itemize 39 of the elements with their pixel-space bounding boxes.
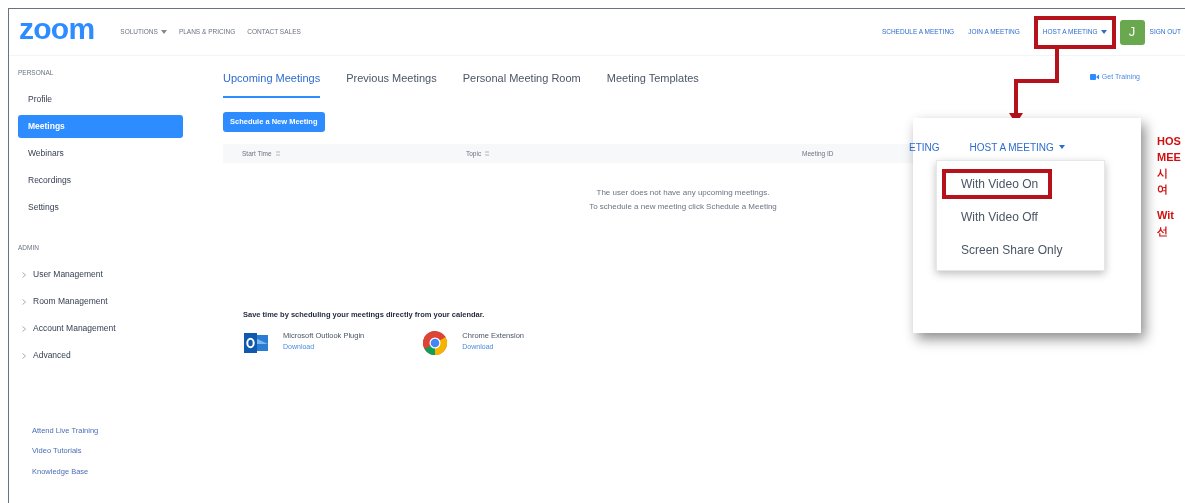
sort-icon[interactable] xyxy=(275,151,280,156)
menu-item[interactable]: With Video Off xyxy=(942,202,1052,232)
sidebar-item[interactable]: Webinars xyxy=(18,142,183,165)
annotation-text: HOS xyxy=(1157,134,1182,149)
sidebar-item[interactable]: User Management xyxy=(18,263,183,286)
sidebar-item[interactable]: Advanced xyxy=(18,344,183,367)
annotation-text: 시 xyxy=(1157,166,1169,181)
sidebar-item[interactable]: Recordings xyxy=(18,169,183,192)
sort-icon[interactable] xyxy=(485,151,490,156)
caret-icon xyxy=(1058,145,1065,149)
host-meeting-menu[interactable]: HOST A MEETING xyxy=(969,139,1065,155)
sidebar-item[interactable]: Account Management xyxy=(18,317,183,340)
empty-message: To schedule a new meeting click Schedule a Meeting xyxy=(589,201,777,213)
menu-item[interactable]: Screen Share Only xyxy=(942,235,1077,265)
chevron-icon xyxy=(22,271,26,278)
tab[interactable]: Previous Meetings xyxy=(346,70,437,98)
video-camera-icon xyxy=(1089,74,1099,81)
sidebar-item[interactable]: Settings xyxy=(18,196,183,219)
chevron-icon xyxy=(22,352,26,359)
caret-icon xyxy=(1100,30,1107,34)
chevron-icon xyxy=(22,325,26,332)
browser-icon xyxy=(422,330,449,357)
empty-message: The user does not have any upcoming meetings. xyxy=(596,187,770,199)
caret-icon xyxy=(160,30,167,34)
tab[interactable]: Upcoming Meetings xyxy=(223,70,321,98)
nav-link[interactable]: ETING xyxy=(909,139,940,155)
annotation-text: 선 xyxy=(1157,224,1169,239)
annotation-text: Wit xyxy=(1157,208,1175,223)
annotation-text: MEE xyxy=(1157,150,1182,165)
tab[interactable]: Meeting Templates xyxy=(606,70,699,98)
chevron-icon xyxy=(22,298,26,305)
logo[interactable]: zoom xyxy=(19,14,95,44)
menu-item[interactable]: With Video On xyxy=(942,169,1053,199)
sidebar-item[interactable]: Meetings xyxy=(18,115,183,138)
avatar[interactable]: J xyxy=(1119,19,1145,45)
sidebar-item[interactable]: Room Management xyxy=(18,290,183,313)
sidebar-item[interactable]: Profile xyxy=(18,88,183,111)
tab[interactable]: Personal Meeting Room xyxy=(462,70,581,98)
annotation-text: 여 xyxy=(1157,182,1169,197)
